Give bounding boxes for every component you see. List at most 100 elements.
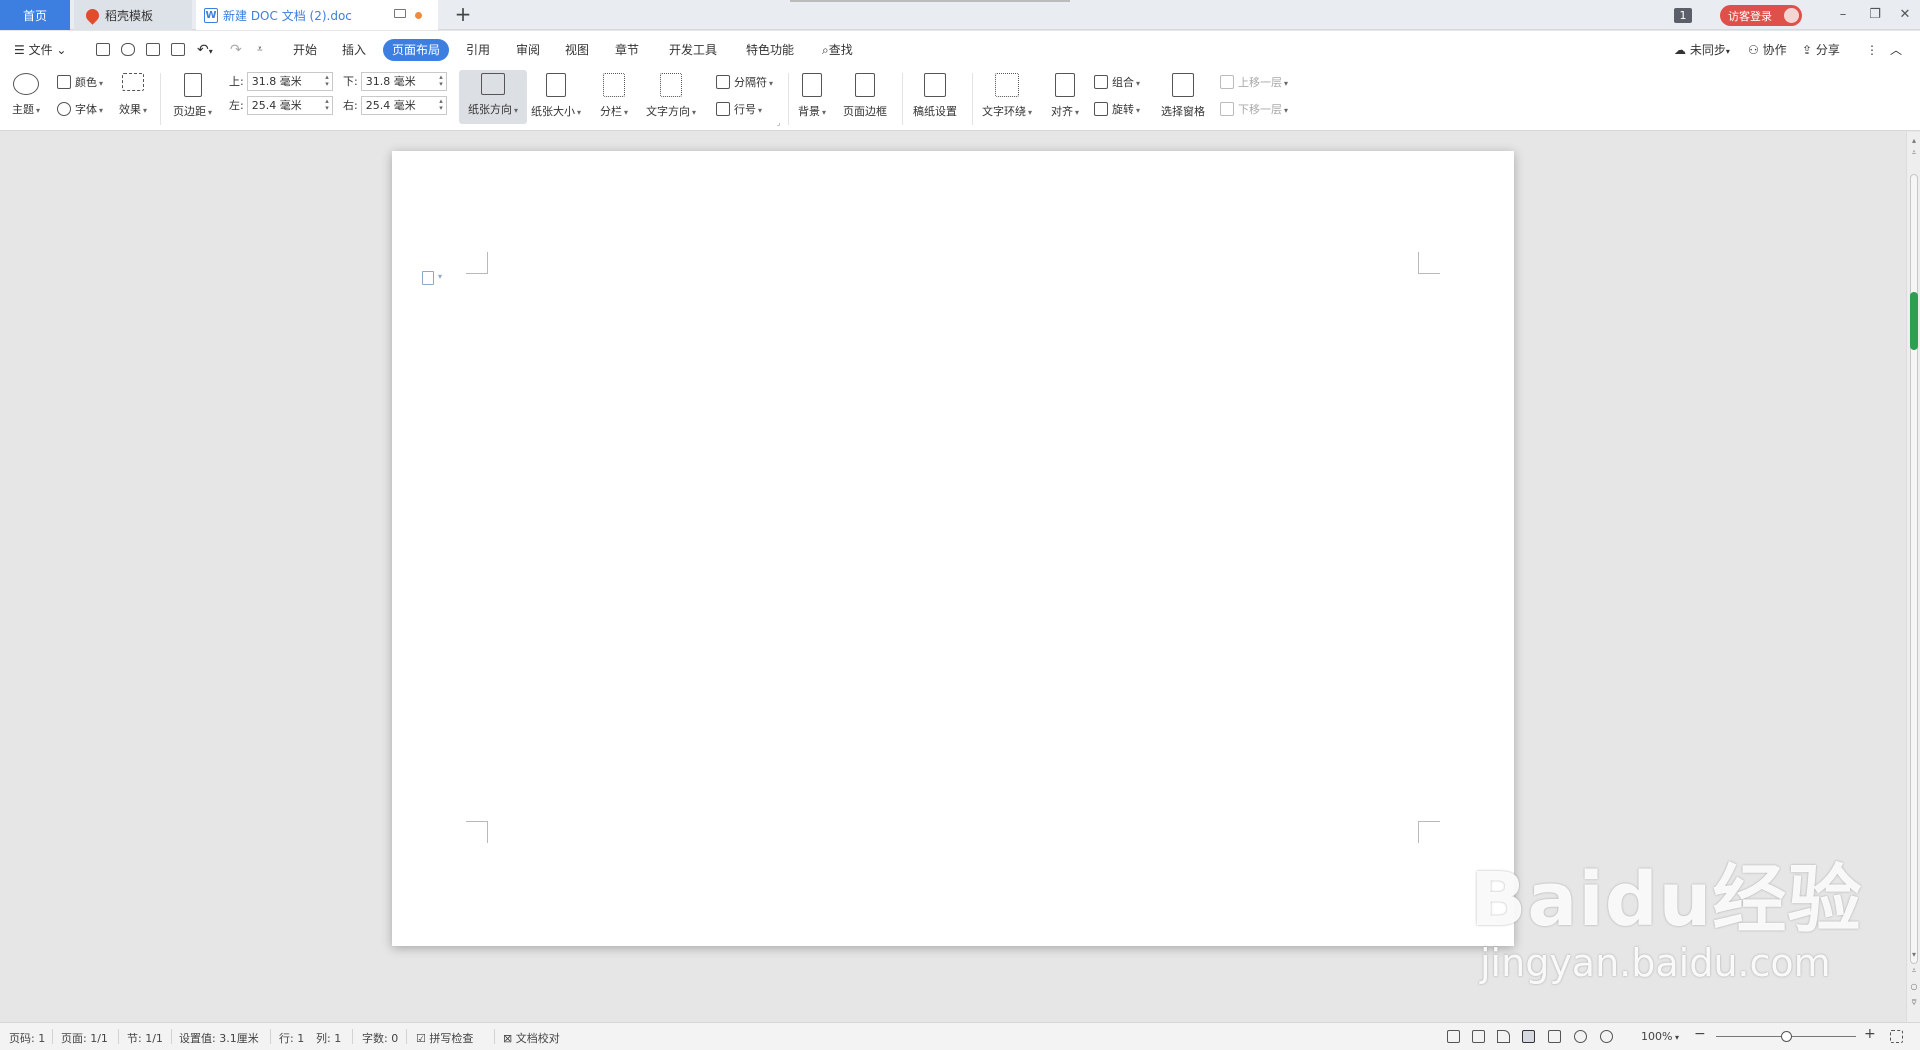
status-row[interactable]: 行: 1 xyxy=(279,1030,304,1046)
send-backward-button[interactable]: 下移一层 xyxy=(1220,101,1288,117)
chevron-down-icon[interactable]: ▾ xyxy=(438,272,442,281)
select-browse-icon[interactable]: ○ xyxy=(1909,982,1919,991)
page-setup-launcher-icon[interactable]: ⌟ xyxy=(777,119,780,127)
selection-pane-button[interactable]: 选择窗格 xyxy=(1161,73,1205,119)
monitor-icon[interactable] xyxy=(394,9,406,18)
orientation-button[interactable]: 纸张方向 xyxy=(459,70,527,124)
minimize-icon[interactable]: – xyxy=(1834,6,1852,24)
background-button[interactable]: 背景 xyxy=(798,73,826,119)
customize-toolbar-icon[interactable]: ⩡ xyxy=(257,40,263,60)
print-icon[interactable] xyxy=(146,43,160,56)
zoom-in-icon[interactable]: + xyxy=(1864,1026,1876,1042)
status-page[interactable]: 页面: 1/1 xyxy=(61,1030,108,1046)
tab-start[interactable]: 开始 xyxy=(284,39,326,61)
vertical-scrollbar[interactable]: ▴ ⩡ ▾ ⩡ ○ ⩢ xyxy=(1906,132,1920,1022)
status-word-count[interactable]: 字数: 0 xyxy=(362,1030,398,1046)
effect-button[interactable]: 效果 xyxy=(119,73,147,117)
save-icon[interactable] xyxy=(96,43,110,56)
tab-home[interactable]: 首页 xyxy=(0,0,70,30)
bring-forward-button[interactable]: 上移一层 xyxy=(1220,74,1288,90)
collapse-ribbon-icon[interactable]: ︿ xyxy=(1890,41,1902,59)
more-icon[interactable]: ⋮ xyxy=(1866,41,1878,59)
print-preview-icon[interactable] xyxy=(171,43,185,56)
write-mode-icon[interactable] xyxy=(1497,1030,1510,1043)
paragraph-layout-icon[interactable] xyxy=(422,271,434,285)
page-border-button[interactable]: 页面边框 xyxy=(843,73,887,119)
proofread-button[interactable]: ⊠ 文档校对 xyxy=(503,1030,560,1046)
tab-insert[interactable]: 插入 xyxy=(333,39,375,61)
tab-review[interactable]: 审阅 xyxy=(507,39,549,61)
page-view-icon[interactable] xyxy=(1522,1030,1535,1043)
tab-references[interactable]: 引用 xyxy=(457,39,499,61)
tab-special[interactable]: 特色功能 xyxy=(737,39,803,61)
redo-icon[interactable]: ↷ xyxy=(230,40,242,60)
collab-button[interactable]: ⚇ 协作 xyxy=(1748,41,1787,59)
breaks-button[interactable]: 分隔符 xyxy=(716,74,773,90)
file-menu[interactable]: ☰ 文件 ⌄ xyxy=(14,40,66,60)
zoom-out-icon[interactable]: − xyxy=(1694,1026,1706,1042)
cloud-icon: ☁ xyxy=(1674,43,1686,57)
rotate-button[interactable]: 旋转 xyxy=(1094,101,1140,117)
eye-protection-icon[interactable] xyxy=(1600,1030,1613,1043)
share-button[interactable]: ⇪ 分享 xyxy=(1802,41,1840,59)
paper-size-label: 纸张大小 xyxy=(531,103,581,119)
spell-check-button[interactable]: ☑ 拼写检查 xyxy=(416,1030,473,1046)
document-page[interactable]: ▾ xyxy=(392,151,1514,946)
font-button[interactable]: 字体 xyxy=(57,101,103,117)
guest-login-button[interactable]: 访客登录 xyxy=(1720,5,1802,26)
next-page-icon[interactable]: ⩢ xyxy=(1909,998,1919,1008)
margin-left-input[interactable]: 25.4 毫米 ▴ ▾ xyxy=(246,95,333,115)
scroll-top-icon[interactable]: ⩡ xyxy=(1909,148,1919,158)
fullscreen-icon[interactable] xyxy=(1447,1030,1460,1043)
page-orientation-icon xyxy=(481,73,505,95)
spinner-icon[interactable]: ▴ ▾ xyxy=(325,73,329,88)
format-painter-icon[interactable] xyxy=(121,43,135,56)
tab-document[interactable]: W 新建 DOC 文档 (2).doc xyxy=(196,0,438,30)
paper-size-button[interactable]: 纸张大小 xyxy=(531,73,581,119)
web-view-icon[interactable] xyxy=(1574,1030,1587,1043)
tab-developer[interactable]: 开发工具 xyxy=(660,39,726,61)
tab-page-layout[interactable]: 页面布局 xyxy=(383,39,450,61)
tab-template[interactable]: 稻壳模板 xyxy=(74,0,192,30)
status-section[interactable]: 节: 1/1 xyxy=(127,1030,163,1046)
search-command[interactable]: ⌕查找 xyxy=(822,40,853,60)
undo-icon[interactable]: ↶▾ xyxy=(197,40,213,60)
tab-view[interactable]: 视图 xyxy=(556,39,598,61)
color-button[interactable]: 颜色 xyxy=(57,74,103,90)
margin-top-input[interactable]: 31.8 毫米 ▴ ▾ xyxy=(246,71,333,91)
restore-icon[interactable]: ❐ xyxy=(1866,6,1884,24)
close-icon[interactable]: ✕ xyxy=(1896,6,1914,24)
group-button[interactable]: 组合 xyxy=(1094,74,1140,90)
scroll-thumb[interactable] xyxy=(1910,292,1918,350)
theme-button[interactable]: 主题 xyxy=(12,73,40,117)
tab-chapter[interactable]: 章节 xyxy=(606,39,648,61)
window-count-badge[interactable]: 1 xyxy=(1674,8,1692,23)
manuscript-button[interactable]: 稿纸设置 xyxy=(913,73,957,119)
document-workspace[interactable]: ▾ xyxy=(0,132,1906,1022)
spinner-icon[interactable]: ▴ ▾ xyxy=(325,97,329,112)
columns-button[interactable]: 分栏 xyxy=(600,73,628,119)
align-button[interactable]: 对齐 xyxy=(1051,73,1079,119)
margin-bottom-input[interactable]: 31.8 毫米 ▴ ▾ xyxy=(360,71,447,91)
zoom-level-dropdown[interactable]: 100% ▾ xyxy=(1641,1030,1679,1043)
sync-button[interactable]: ☁ 未同步▾ xyxy=(1674,41,1730,59)
fit-page-icon[interactable] xyxy=(1890,1030,1903,1043)
zoom-slider-thumb[interactable] xyxy=(1781,1031,1792,1042)
new-tab-button[interactable]: + xyxy=(452,4,474,26)
prev-page-icon[interactable]: ⩡ xyxy=(1909,966,1919,976)
status-col[interactable]: 列: 1 xyxy=(316,1030,341,1046)
scroll-up-icon[interactable]: ▴ xyxy=(1909,136,1919,145)
text-wrap-button[interactable]: 文字环绕 xyxy=(982,73,1032,119)
scroll-down-icon[interactable]: ▾ xyxy=(1909,950,1919,959)
status-page-number[interactable]: 页码: 1 xyxy=(9,1030,45,1046)
margin-right-input[interactable]: 25.4 毫米 ▴ ▾ xyxy=(360,95,447,115)
outline-view-icon[interactable] xyxy=(1548,1030,1561,1043)
margins-button[interactable]: 页边距 xyxy=(173,73,212,119)
read-mode-icon[interactable] xyxy=(1472,1030,1485,1043)
text-direction-button[interactable]: 文字方向 xyxy=(646,73,696,119)
status-setting[interactable]: 设置值: 3.1厘米 xyxy=(179,1030,259,1046)
spinner-icon[interactable]: ▴ ▾ xyxy=(439,73,443,88)
line-numbers-button[interactable]: 行号 xyxy=(716,101,762,117)
margin-left-label: 左: xyxy=(229,99,244,112)
spinner-icon[interactable]: ▴ ▾ xyxy=(439,97,443,112)
